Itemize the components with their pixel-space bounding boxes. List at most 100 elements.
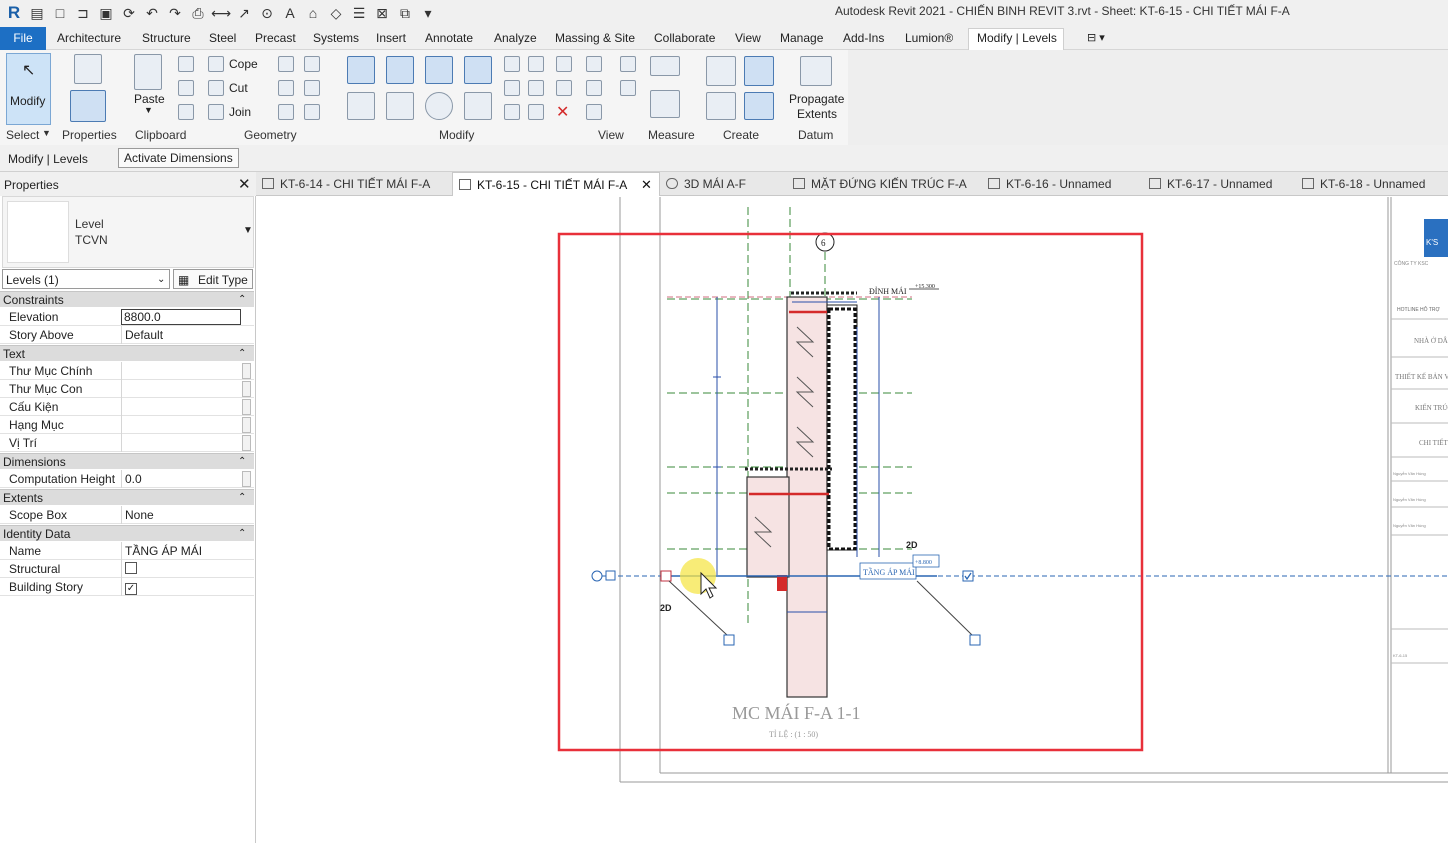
- tab-architecture[interactable]: Architecture: [57, 31, 121, 45]
- section-viewport[interactable]: ĐỈNH MÁI +15.300 6 TẦNG ÁP MÁI +8.800 2D…: [591, 207, 1448, 739]
- tab-annotate[interactable]: Annotate: [425, 31, 473, 45]
- mirror-draw-icon[interactable]: [464, 56, 492, 84]
- cut-scissors-icon[interactable]: [178, 56, 194, 72]
- drag-handle-left[interactable]: [660, 570, 672, 582]
- create-parts-icon[interactable]: [744, 56, 774, 86]
- mirror-axis-icon[interactable]: [425, 56, 453, 84]
- level-elevation-label[interactable]: +8.800: [915, 560, 932, 566]
- redo-icon[interactable]: ↷: [165, 3, 185, 23]
- tab-mat-dung[interactable]: MẶT ĐỨNG KIẾN TRÚC F-A: [793, 172, 967, 196]
- group-extents[interactable]: Extents ⌃: [0, 489, 254, 505]
- close-icon[interactable]: ✕: [238, 175, 251, 193]
- create-similar-icon[interactable]: [744, 92, 774, 120]
- array-icon[interactable]: [504, 80, 520, 96]
- chevron-down-icon[interactable]: ▼: [243, 225, 253, 236]
- cut-button[interactable]: Cut: [229, 81, 248, 95]
- tab-insert[interactable]: Insert: [376, 31, 406, 45]
- computation-height-value[interactable]: 0.0: [121, 470, 241, 488]
- 3d-view-icon[interactable]: ⌂: [303, 3, 323, 23]
- propagate-label[interactable]: Propagate: [789, 92, 844, 106]
- close-hidden-icon[interactable]: ⊠: [372, 3, 392, 23]
- paste-dropdown-icon[interactable]: ▼: [144, 105, 153, 115]
- geometry-tool-2-icon[interactable]: [304, 56, 320, 72]
- view-title[interactable]: MC MÁI F-A 1-1: [732, 702, 861, 723]
- lock-icon[interactable]: [723, 634, 735, 646]
- trim-extend-icon[interactable]: [464, 92, 492, 120]
- instance-filter-dropdown[interactable]: Levels (1) ⌄: [2, 269, 170, 289]
- group-identity-data[interactable]: Identity Data ⌃: [0, 525, 254, 541]
- split-gap-icon[interactable]: [528, 56, 544, 72]
- tab-kt-6-14[interactable]: KT-6-14 - CHI TIẾT MÁI F-A: [262, 172, 430, 196]
- measure-line-icon[interactable]: [650, 90, 680, 118]
- activate-dimensions-button[interactable]: Activate Dimensions: [118, 148, 239, 168]
- thin-lines-icon[interactable]: ☰: [349, 3, 369, 23]
- new-icon[interactable]: □: [50, 3, 70, 23]
- minimize-ribbon-icon[interactable]: ⊟ ▾: [1087, 31, 1105, 44]
- measure-icon[interactable]: ⟷: [211, 3, 231, 23]
- tab-systems[interactable]: Systems: [313, 31, 359, 45]
- copy-element-icon[interactable]: [386, 92, 414, 120]
- hide-bubble-checkbox-right[interactable]: [962, 570, 974, 582]
- save-icon[interactable]: ▣: [96, 3, 116, 23]
- copy-icon[interactable]: [178, 80, 194, 96]
- collapse-icon[interactable]: ⌃: [238, 294, 246, 305]
- linework-icon[interactable]: [586, 80, 602, 96]
- browse-button[interactable]: [242, 471, 251, 487]
- tab-steel[interactable]: Steel: [209, 31, 236, 45]
- tab-kt-6-16[interactable]: KT-6-16 - Unnamed: [988, 172, 1111, 196]
- delete-icon[interactable]: ✕: [556, 102, 569, 122]
- split-icon[interactable]: [504, 56, 520, 72]
- vi-tri-value[interactable]: [121, 434, 241, 452]
- building-story-checkbox[interactable]: ✓: [125, 583, 137, 595]
- app-menu-icon[interactable]: ▤: [27, 3, 47, 23]
- join-icon[interactable]: [208, 104, 224, 120]
- create-group-icon[interactable]: [706, 92, 736, 120]
- collapse-icon[interactable]: ⌃: [238, 348, 246, 359]
- browse-button[interactable]: [242, 399, 251, 415]
- print-icon[interactable]: ⎙: [188, 3, 208, 23]
- align-icon[interactable]: [347, 56, 375, 84]
- tag-2d-right[interactable]: 2D: [906, 540, 918, 550]
- revit-logo-icon[interactable]: R: [4, 3, 24, 23]
- geometry-tool-5-icon[interactable]: [278, 104, 294, 120]
- tab-precast[interactable]: Precast: [255, 31, 296, 45]
- geometry-tool-4-icon[interactable]: [304, 80, 320, 96]
- scope-box-value[interactable]: None: [121, 506, 241, 524]
- tag-2d-left[interactable]: 2D: [660, 603, 672, 613]
- paint-icon[interactable]: [586, 104, 602, 120]
- select-dropdown-icon[interactable]: ▼: [42, 128, 51, 138]
- move-icon[interactable]: [347, 92, 375, 120]
- thu-muc-chinh-value[interactable]: [121, 362, 241, 380]
- create-assembly-icon[interactable]: [706, 56, 736, 86]
- tab-3d-mai[interactable]: 3D MÁI A-F: [666, 172, 746, 196]
- tab-view[interactable]: View: [735, 31, 761, 45]
- modify-button[interactable]: ↖ Modify: [6, 53, 51, 125]
- browse-button[interactable]: [242, 381, 251, 397]
- filter-icon[interactable]: [620, 80, 636, 96]
- type-properties-icon[interactable]: [74, 54, 102, 84]
- dimension-icon[interactable]: ↗: [234, 3, 254, 23]
- tab-kt-6-15[interactable]: KT-6-15 - CHI TIẾT MÁI F-A ✕: [452, 172, 660, 196]
- browse-button[interactable]: [242, 435, 251, 451]
- paste-icon[interactable]: [134, 54, 162, 90]
- group-text[interactable]: Text ⌃: [0, 345, 254, 361]
- tab-structure[interactable]: Structure: [142, 31, 191, 45]
- level-bubble-left[interactable]: [591, 570, 603, 582]
- group-dimensions[interactable]: Dimensions ⌃: [0, 453, 254, 469]
- browse-button[interactable]: [242, 363, 251, 379]
- pin-icon[interactable]: [556, 80, 572, 96]
- open-icon[interactable]: ⊐: [73, 3, 93, 23]
- cope-button[interactable]: Cope: [229, 57, 258, 71]
- join-button[interactable]: Join: [229, 105, 251, 119]
- structural-checkbox[interactable]: [125, 562, 137, 574]
- lock-icon[interactable]: [969, 634, 981, 646]
- tab-add-ins[interactable]: Add-Ins: [843, 31, 884, 45]
- tab-collaborate[interactable]: Collaborate: [654, 31, 715, 45]
- rotate-icon[interactable]: [425, 92, 453, 120]
- cau-kien-value[interactable]: [121, 398, 241, 416]
- paste-label[interactable]: Paste: [134, 92, 165, 106]
- panel-select[interactable]: Select: [6, 128, 39, 142]
- group-constraints[interactable]: Constraints ⌃: [0, 291, 254, 307]
- name-value[interactable]: TẦNG ÁP MÁI: [121, 542, 241, 560]
- aligned-dimension-icon[interactable]: [650, 56, 680, 76]
